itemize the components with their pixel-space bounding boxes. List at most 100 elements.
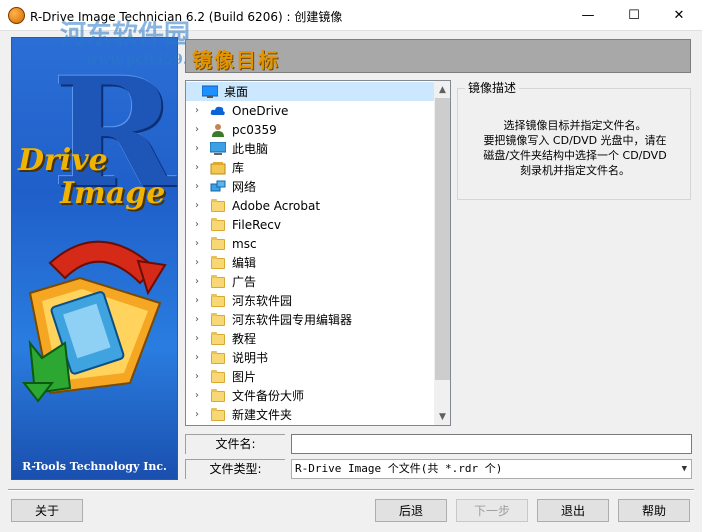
chevron-right-icon[interactable]: › bbox=[192, 257, 202, 268]
chevron-right-icon[interactable]: › bbox=[192, 352, 202, 363]
chevron-right-icon[interactable]: › bbox=[192, 390, 202, 401]
folder-icon bbox=[210, 255, 226, 270]
tree-item[interactable]: › 此电脑 bbox=[186, 139, 434, 158]
scroll-down-icon[interactable]: ▼ bbox=[434, 408, 450, 425]
tree-item-label: FileRecv bbox=[232, 217, 281, 232]
folder-icon bbox=[210, 350, 226, 365]
tree-item-label: 桌面 bbox=[224, 85, 249, 99]
description-line: 选择镜像目标并指定文件名。 bbox=[503, 119, 647, 132]
tree-item[interactable]: › FileRecv bbox=[186, 215, 434, 234]
computer-icon bbox=[209, 141, 227, 156]
tree-item[interactable]: › 说明书 bbox=[186, 348, 434, 367]
tree-item[interactable]: › 新建文件夹 bbox=[186, 405, 434, 424]
tree-item-label: OneDrive bbox=[232, 103, 289, 118]
tree-item-label: 说明书 bbox=[232, 351, 269, 365]
folder-icon bbox=[210, 217, 226, 232]
tree-item[interactable]: 桌面 bbox=[186, 82, 434, 101]
tree-item-label: 此电脑 bbox=[232, 142, 269, 156]
folder-icon bbox=[210, 274, 226, 289]
watermark: 河东软件园 www.pc0359.cn bbox=[60, 14, 206, 68]
tree-item-label: 文件备份大师 bbox=[232, 389, 305, 403]
tree-item[interactable]: › 编辑 bbox=[186, 253, 434, 272]
chevron-right-icon[interactable]: › bbox=[192, 124, 202, 135]
chevron-right-icon[interactable]: › bbox=[192, 162, 202, 173]
user-icon bbox=[210, 123, 226, 137]
description-line: 要把镜像写入 CD/DVD 光盘中，请在 bbox=[483, 134, 667, 147]
tree-item-label: 河东软件园专用编辑器 bbox=[232, 313, 353, 327]
tree-item[interactable]: › pc0359 bbox=[186, 120, 434, 139]
tree-item-label: pc0359 bbox=[232, 122, 277, 137]
close-button[interactable]: ✕ bbox=[656, 0, 702, 31]
filetype-value: R-Drive Image 个文件(共 *.rdr 个) bbox=[295, 462, 503, 475]
tree-item-label: 河东软件园 bbox=[232, 294, 293, 308]
desktop-icon bbox=[201, 85, 219, 99]
chevron-right-icon[interactable]: › bbox=[192, 219, 202, 230]
library-icon bbox=[210, 161, 226, 175]
next-button[interactable]: 下一步 bbox=[456, 499, 528, 522]
network-icon bbox=[210, 180, 226, 194]
minimize-button[interactable]: — bbox=[565, 0, 611, 31]
chevron-right-icon[interactable]: › bbox=[192, 333, 202, 344]
chevron-right-icon[interactable]: › bbox=[192, 181, 202, 192]
chevron-right-icon[interactable]: › bbox=[192, 276, 202, 287]
tree-item[interactable]: › 图片 bbox=[186, 367, 434, 386]
tree-item-label: 广告 bbox=[232, 275, 257, 289]
folder-icon bbox=[210, 407, 226, 422]
scroll-thumb[interactable] bbox=[435, 98, 450, 380]
app-icon bbox=[8, 7, 25, 24]
chevron-right-icon[interactable]: › bbox=[192, 409, 202, 420]
folder-tree[interactable]: ▲ ▼ 桌面 › OneDrive › pc0359 › 此电脑 › 库 › 网络 › Adobe Ac… bbox=[185, 80, 451, 426]
back-button[interactable]: 后退 bbox=[375, 499, 447, 522]
filename-label: 文件名: bbox=[185, 434, 285, 454]
description-line: 刻录机并指定文件名。 bbox=[520, 164, 630, 177]
folder-icon bbox=[210, 312, 226, 327]
tree-item[interactable]: › 库 bbox=[186, 158, 434, 177]
tree-item[interactable]: › 文件备份大师 bbox=[186, 386, 434, 405]
maximize-button[interactable]: ☐ bbox=[611, 0, 657, 31]
chevron-right-icon[interactable]: › bbox=[192, 314, 202, 325]
filename-input[interactable] bbox=[291, 434, 692, 454]
tree-item-label: Adobe Acrobat bbox=[232, 198, 321, 213]
tree-scrollbar[interactable]: ▲ ▼ bbox=[434, 81, 450, 425]
scroll-up-icon[interactable]: ▲ bbox=[434, 81, 450, 98]
folder-icon bbox=[210, 369, 226, 384]
chevron-right-icon[interactable]: › bbox=[192, 371, 202, 382]
folder-disk-illustration-icon bbox=[21, 240, 167, 403]
chevron-right-icon[interactable]: › bbox=[192, 105, 202, 116]
tree-item[interactable]: › 教程 bbox=[186, 329, 434, 348]
product-banner: R Drive Image R-Tools Technology Inc. bbox=[11, 37, 178, 480]
cloud-icon bbox=[210, 104, 226, 118]
folder-icon bbox=[210, 388, 226, 403]
tree-item[interactable]: › msc bbox=[186, 234, 434, 253]
tree-item[interactable]: › 河东软件园专用编辑器 bbox=[186, 310, 434, 329]
filetype-select[interactable]: R-Drive Image 个文件(共 *.rdr 个) ▼ bbox=[291, 459, 692, 479]
chevron-right-icon[interactable]: › bbox=[192, 200, 202, 211]
tree-item-label: 网络 bbox=[232, 180, 257, 194]
exit-button[interactable]: 退出 bbox=[537, 499, 609, 522]
folder-icon bbox=[210, 293, 226, 308]
chevron-right-icon[interactable]: › bbox=[192, 238, 202, 249]
company-name: R-Tools Technology Inc. bbox=[22, 460, 167, 473]
help-button[interactable]: 帮助 bbox=[618, 499, 690, 522]
tree-item-label: 图片 bbox=[232, 370, 257, 384]
about-button[interactable]: 关于 bbox=[11, 499, 83, 522]
description-legend: 镜像描述 bbox=[465, 79, 520, 96]
tree-item-label: 教程 bbox=[232, 332, 257, 346]
watermark-main: 河东软件园 bbox=[60, 20, 191, 50]
step-header: 镜像目标 bbox=[185, 39, 691, 73]
tree-item[interactable]: › 河东软件园 bbox=[186, 291, 434, 310]
chevron-right-icon[interactable]: › bbox=[192, 143, 202, 154]
banner-image-text: Image bbox=[60, 176, 166, 211]
step-title: 镜像目标 bbox=[192, 48, 280, 72]
description-text: 选择镜像目标并指定文件名。 要把镜像写入 CD/DVD 光盘中，请在 磁盘/文件… bbox=[460, 118, 690, 178]
chevron-right-icon[interactable]: › bbox=[192, 295, 202, 306]
tree-item[interactable]: › OneDrive bbox=[186, 101, 434, 120]
folder-icon bbox=[210, 198, 226, 213]
chevron-down-icon[interactable]: ▼ bbox=[682, 460, 687, 478]
folder-icon bbox=[210, 331, 226, 346]
tree-item-label: msc bbox=[232, 236, 257, 251]
tree-item[interactable]: › 网络 bbox=[186, 177, 434, 196]
tree-item-label: 编辑 bbox=[232, 256, 257, 270]
tree-item[interactable]: › Adobe Acrobat bbox=[186, 196, 434, 215]
tree-item[interactable]: › 广告 bbox=[186, 272, 434, 291]
